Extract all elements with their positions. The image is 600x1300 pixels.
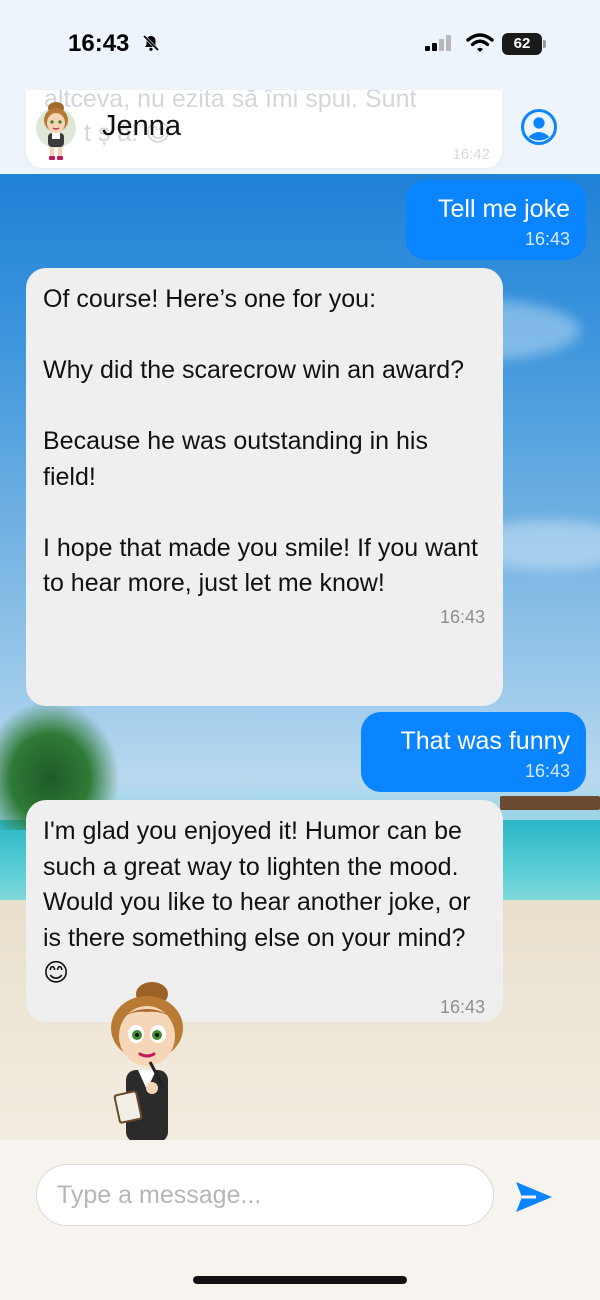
chat-header: altceva, nu ezita să îmi spui. Sunt t ș … <box>0 90 600 174</box>
signal-icon <box>425 35 451 51</box>
message-input[interactable] <box>36 1164 494 1226</box>
previous-message-ghost-text: altceva, nu ezita să îmi spui. Sunt t ș … <box>44 90 417 147</box>
bell-slash-icon <box>142 34 160 52</box>
battery-tip <box>543 40 546 48</box>
message-text: Tell me joke <box>438 195 570 223</box>
message-time: 16:43 <box>439 606 485 627</box>
avatar[interactable] <box>30 98 82 162</box>
message-text: I'm glad you enjoyed it! Humor can be su… <box>43 817 471 987</box>
mascot-character <box>111 982 183 1142</box>
wifi-icon <box>466 33 494 52</box>
home-indicator[interactable] <box>193 1276 407 1284</box>
contact-name: Jenna <box>102 110 182 142</box>
message-bubble-outgoing[interactable]: Tell me joke 16:43 <box>406 180 586 260</box>
chat-screen: 16:43 62 altceva, nu ezita să îmi spui. … <box>0 0 600 1300</box>
message-text: Of course! Here’s one for you: Why did t… <box>43 285 478 597</box>
previous-message-time: 16:42 <box>452 146 490 163</box>
message-time: 16:43 <box>524 228 570 249</box>
message-bubble-outgoing[interactable]: That was funny 16:43 <box>361 712 586 792</box>
message-text: That was funny <box>400 727 570 755</box>
send-button[interactable] <box>512 1178 556 1218</box>
status-time: 16:43 <box>68 30 130 57</box>
battery-indicator: 62 <box>502 33 542 55</box>
profile-icon[interactable] <box>520 108 558 146</box>
composer-bar <box>0 1140 600 1300</box>
send-icon <box>516 1181 552 1212</box>
message-time: 16:43 <box>524 760 570 781</box>
message-bubble-incoming[interactable]: Of course! Here’s one for you: Why did t… <box>26 268 503 706</box>
header-card: altceva, nu ezita să îmi spui. Sunt t ș … <box>26 90 502 168</box>
status-bar: 16:43 62 <box>0 0 600 90</box>
